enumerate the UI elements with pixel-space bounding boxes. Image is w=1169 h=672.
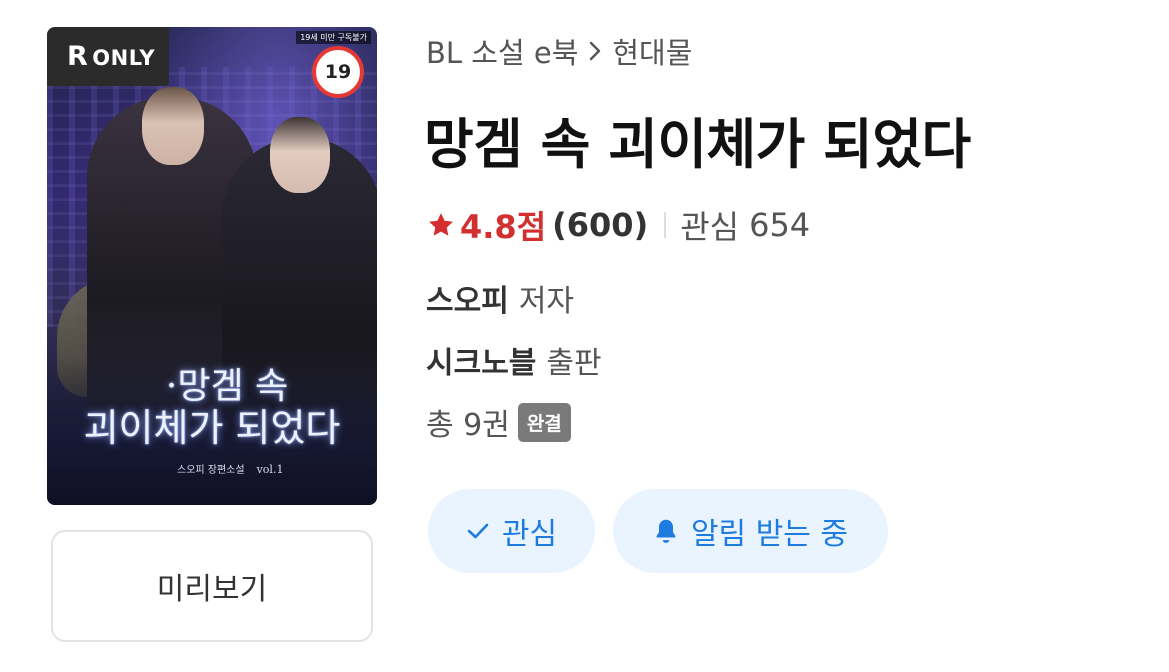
cover-title-line1: ·망겜 속 — [165, 366, 289, 407]
chevron-right-icon — [588, 40, 602, 62]
book-cover[interactable]: R ONLY 19세 미만 구독불가 19 ·망겜 속 괴이체가 되었다 스오피 … — [47, 27, 377, 505]
interest-count: 654 — [749, 206, 811, 244]
interest-button[interactable]: 관심 — [428, 489, 595, 573]
adult-notice: 19세 미만 구독불가 — [296, 31, 371, 44]
book-title: 망겜 속 괴이체가 되었다 — [424, 113, 971, 176]
breadcrumb: BL 소설 e북 현대물 — [426, 30, 692, 72]
publisher-role: 출판 — [546, 346, 602, 381]
rating-count[interactable]: (600) — [552, 206, 648, 244]
volumes-line: 총 9권 완결 — [426, 400, 571, 444]
breadcrumb-subcategory[interactable]: 현대물 — [612, 30, 692, 72]
divider — [664, 212, 667, 238]
cover-volume: vol.1 — [256, 463, 284, 476]
breadcrumb-category[interactable]: BL 소설 e북 — [426, 30, 578, 72]
author-role: 저자 — [518, 284, 575, 319]
alert-button[interactable]: 알림 받는 중 — [613, 489, 888, 573]
author-name[interactable]: 스오피 — [426, 284, 509, 319]
publisher-line: 시크노블 출판 — [426, 338, 602, 382]
preview-button[interactable]: 미리보기 — [51, 530, 373, 642]
interest-count-label: 관심 — [680, 208, 740, 246]
cover-title-line2: 괴이체가 되었다 — [83, 406, 341, 451]
author-line: 스오피 저자 — [426, 276, 574, 320]
publisher-name[interactable]: 시크노블 — [426, 346, 536, 381]
bell-icon — [653, 517, 679, 545]
volume-count: 총 9권 — [426, 408, 510, 443]
cover-byline: 스오피 장편소설 vol.1 — [177, 463, 284, 476]
status-badge: 완결 — [517, 402, 571, 442]
star-icon — [426, 210, 456, 240]
check-icon — [466, 521, 490, 541]
cover-title: ·망겜 속 괴이체가 되었다 — [47, 366, 377, 451]
alert-button-label: 알림 받는 중 — [690, 517, 849, 552]
interest-button-label: 관심 — [501, 517, 558, 552]
rating-score: 4.8점 — [460, 208, 547, 246]
rating-row: 4.8점 (600) 관심 654 — [426, 202, 810, 248]
age-rating-badge: 19 — [312, 46, 364, 98]
r-only-badge: R ONLY — [47, 27, 170, 86]
